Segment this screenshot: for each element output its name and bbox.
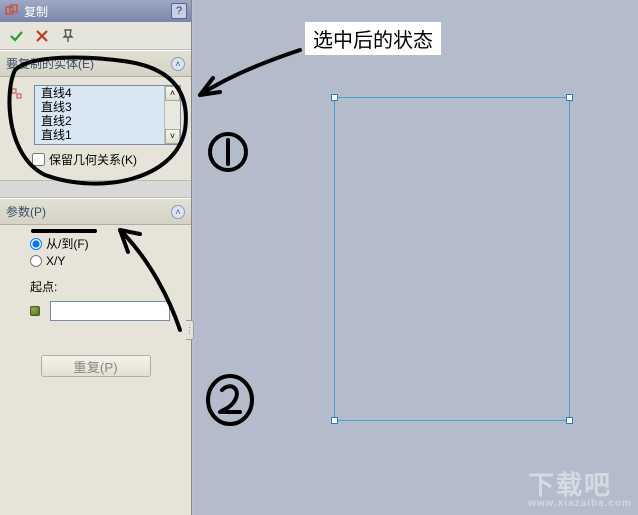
- params-header[interactable]: 参数(P) ˄: [0, 198, 191, 225]
- watermark-sub: www.xiazaiba.com: [528, 498, 632, 509]
- panel-titlebar: 复制 ?: [0, 0, 191, 22]
- from-to-radio[interactable]: [30, 238, 42, 250]
- list-item[interactable]: 直线4: [35, 86, 164, 100]
- entities-header-label: 要复制的实体(E): [6, 55, 94, 72]
- watermark-main: 下载吧: [528, 470, 612, 500]
- xy-radio-row[interactable]: X/Y: [30, 254, 181, 268]
- xy-label: X/Y: [46, 254, 65, 268]
- selected-entities-list[interactable]: 直线4 直线3 直线2 直线1 ˄ ˅: [34, 85, 181, 145]
- list-item[interactable]: 直线2: [35, 114, 164, 128]
- panel-drag-handle[interactable]: ⋮: [186, 320, 194, 340]
- list-item[interactable]: 直线1: [35, 128, 164, 142]
- resize-handle[interactable]: [566, 417, 573, 424]
- entity-type-icons: [10, 85, 28, 145]
- keep-relations-checkbox[interactable]: [32, 153, 45, 166]
- params-body: 从/到(F) X/Y 起点:: [0, 225, 191, 339]
- origin-input[interactable]: [50, 301, 170, 321]
- pushpin-icon[interactable]: [60, 28, 76, 44]
- resize-handle[interactable]: [331, 417, 338, 424]
- scroll-down-icon[interactable]: ˅: [165, 129, 180, 144]
- keep-relations-label: 保留几何关系(K): [49, 151, 137, 168]
- entities-header[interactable]: 要复制的实体(E) ˄: [0, 50, 191, 77]
- annotation-selected-state: 选中后的状态: [305, 22, 441, 55]
- from-to-radio-row[interactable]: 从/到(F): [30, 235, 181, 252]
- params-header-label: 参数(P): [6, 203, 46, 220]
- list-item[interactable]: 直线3: [35, 100, 164, 114]
- xy-radio[interactable]: [30, 255, 42, 267]
- resize-handle[interactable]: [331, 94, 338, 101]
- entities-body: 直线4 直线3 直线2 直线1 ˄ ˅ 保留几何关系(K): [0, 77, 191, 180]
- confirm-row: [0, 22, 191, 50]
- help-button[interactable]: ?: [171, 3, 187, 19]
- repeat-button[interactable]: 重复(P): [41, 355, 151, 377]
- keep-relations-checkbox-row[interactable]: 保留几何关系(K): [10, 151, 181, 168]
- property-panel: 复制 ? 要复制的实体(E) ˄ 直线4 直线3 直线2 直线1: [0, 0, 192, 515]
- origin-led-icon: [30, 306, 40, 316]
- list-scrollbar[interactable]: ˄ ˅: [164, 86, 180, 144]
- panel-gap: [0, 180, 191, 198]
- chevron-up-icon[interactable]: ˄: [171, 57, 185, 71]
- panel-title: 复制: [24, 3, 48, 20]
- scroll-up-icon[interactable]: ˄: [165, 86, 180, 101]
- cancel-button[interactable]: [34, 28, 50, 44]
- selected-rectangle[interactable]: [334, 97, 570, 421]
- watermark: 下载吧 www.xiazaiba.com: [528, 465, 632, 509]
- ok-button[interactable]: [8, 28, 24, 44]
- resize-handle[interactable]: [566, 94, 573, 101]
- origin-label: 起点:: [30, 278, 181, 295]
- chevron-up-icon[interactable]: ˄: [171, 205, 185, 219]
- from-to-label: 从/到(F): [46, 235, 89, 252]
- copy-icon: [4, 3, 20, 19]
